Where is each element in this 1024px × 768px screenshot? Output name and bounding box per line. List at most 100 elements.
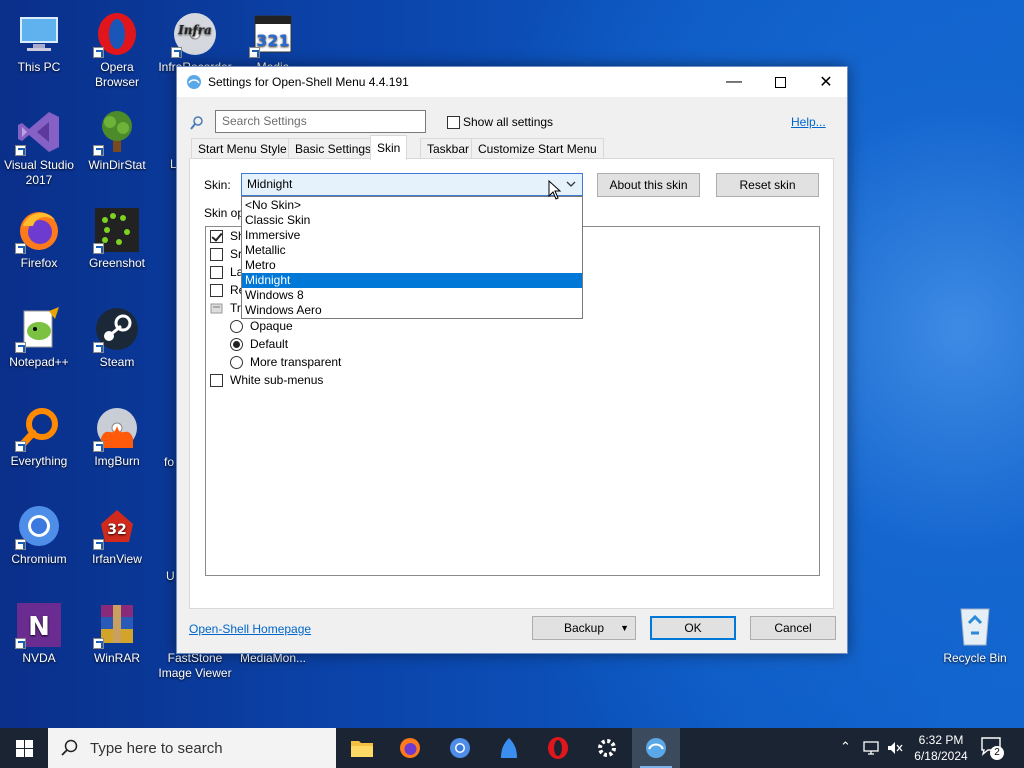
radio[interactable] [230, 319, 243, 333]
about-skin-button[interactable]: About this skin [597, 173, 700, 197]
radio-more-transparent[interactable]: More transparent [230, 355, 341, 369]
show-all-settings-checkbox[interactable]: Show all settings [447, 115, 553, 129]
mouse-cursor-icon [548, 180, 562, 200]
checkbox[interactable] [210, 247, 223, 261]
desktop-icon-steam[interactable]: Steam [78, 305, 156, 370]
desktop-icon-label: IrfanView [92, 552, 142, 566]
tab-start-menu-style[interactable]: Start Menu Style [191, 138, 294, 159]
skin-select[interactable]: Midnight [241, 173, 583, 196]
taskbar-settings[interactable] [583, 728, 631, 768]
dropdown-arrow-icon: ▼ [620, 623, 629, 633]
open-shell-icon [646, 738, 666, 758]
network-icon[interactable] [862, 740, 880, 756]
checkbox[interactable] [447, 115, 460, 129]
desktop-icon-label: WinDirStat [88, 158, 146, 172]
skin-option-selected[interactable]: Midnight [242, 273, 582, 288]
maximize-button[interactable] [757, 67, 803, 97]
search-input[interactable]: Search Settings [215, 110, 426, 133]
desktop-icon-label: Notepad++ [9, 355, 69, 369]
recycle-bin-icon [960, 608, 990, 646]
desktop-icon-label: Everything [10, 454, 68, 468]
desktop-icon-this-pc[interactable]: This PC [0, 10, 78, 75]
start-button[interactable] [0, 728, 48, 768]
checkbox[interactable] [210, 265, 223, 279]
radio-default[interactable]: Default [230, 337, 288, 351]
option-label: White sub-menus [230, 373, 324, 387]
maximize-icon [774, 76, 786, 88]
radio-opaque[interactable]: Opaque [230, 319, 293, 333]
skin-option[interactable]: <No Skin> [242, 198, 582, 213]
desktop-icon-recycle-bin[interactable]: Recycle Bin [936, 601, 1014, 666]
desktop-icon-visual-studio[interactable]: Visual Studio 2017 [0, 108, 78, 188]
help-link[interactable]: Help... [791, 115, 826, 129]
taskbar-open-shell-settings[interactable] [632, 728, 680, 768]
skin-option[interactable]: Windows Aero [242, 303, 582, 318]
folder-icon [351, 741, 373, 757]
skin-options-label: Skin op [204, 206, 245, 220]
skin-option[interactable]: Immersive [242, 228, 582, 243]
desktop-icon-firefox[interactable]: Firefox [0, 206, 78, 271]
desktop-icon-label: FastStone Image Viewer [158, 651, 232, 680]
skin-option-row[interactable]: Sr [210, 247, 242, 261]
desktop-icon-partial-label: fo [164, 455, 175, 469]
clock-date[interactable]: 6/18/2024 [910, 749, 972, 763]
taskbar-chromium[interactable] [436, 728, 484, 768]
desktop-icon-nvda[interactable]: N NVDA [0, 601, 78, 666]
desktop-icon-winrar[interactable]: WinRAR [78, 601, 156, 666]
settings-group-icon [210, 303, 223, 313]
desktop-icon-windirstat[interactable]: WinDirStat [78, 108, 156, 173]
desktop-icon-notepadpp[interactable]: Notepad++ [0, 305, 78, 370]
desktop-icon-opera[interactable]: Opera Browser [78, 10, 156, 90]
close-icon: ✕ [819, 74, 833, 91]
desktop-icon-greenshot[interactable]: Greenshot [78, 206, 156, 271]
skin-option-row[interactable]: Sh [210, 229, 245, 243]
volume-muted-icon[interactable] [886, 740, 904, 756]
homepage-link[interactable]: Open-Shell Homepage [189, 622, 311, 636]
ok-button[interactable]: OK [650, 616, 736, 640]
desktop-icon-label: ImgBurn [94, 454, 140, 468]
clock-time[interactable]: 6:32 PM [912, 733, 970, 747]
svg-text:N: N [28, 612, 50, 642]
taskbar-opera[interactable] [534, 728, 582, 768]
skin-option-row[interactable]: La [210, 265, 243, 279]
backup-label: Backup [563, 621, 605, 635]
checkbox[interactable] [210, 229, 223, 243]
skin-option[interactable]: Metallic [242, 243, 582, 258]
desktop-icon-chromium[interactable]: Chromium [0, 502, 78, 567]
show-all-settings-label: Show all settings [463, 115, 554, 129]
window-title: Settings for Open-Shell Menu 4.4.191 [208, 75, 409, 89]
skin-dropdown-list[interactable]: <No Skin> Classic Skin Immersive Metalli… [241, 196, 583, 319]
cancel-button[interactable]: Cancel [750, 616, 836, 640]
skin-option[interactable]: Metro [242, 258, 582, 273]
radio[interactable] [230, 355, 243, 369]
desktop-icon-everything[interactable]: Everything [0, 404, 78, 469]
taskbar-firefox[interactable] [386, 728, 434, 768]
desktop-icon-imgburn[interactable]: ImgBurn [78, 404, 156, 469]
reset-skin-button[interactable]: Reset skin [716, 173, 819, 197]
gear-icon [598, 739, 616, 757]
taskbar: Type here to search ⌃ 6:32 PM 6/18/2024 … [0, 728, 1024, 768]
minimize-button[interactable]: — [711, 67, 757, 97]
skin-option[interactable]: Classic Skin [242, 213, 582, 228]
radio-label: Opaque [250, 319, 293, 333]
tab-customize-start-menu[interactable]: Customize Start Menu [471, 138, 604, 159]
checkbox[interactable] [210, 283, 223, 297]
desktop-icon-label: Chromium [11, 552, 67, 566]
notification-count-badge: 2 [990, 746, 1004, 760]
action-center-button[interactable]: 2 [980, 736, 1006, 760]
taskbar-ie-app[interactable] [485, 728, 533, 768]
taskbar-search[interactable]: Type here to search [48, 728, 336, 768]
skin-option[interactable]: Windows 8 [242, 288, 582, 303]
white-submenus-option[interactable]: White sub-menus [210, 373, 323, 387]
tab-skin[interactable]: Skin [370, 135, 408, 160]
tab-taskbar[interactable]: Taskbar [420, 138, 477, 159]
radio[interactable] [230, 337, 243, 351]
backup-button[interactable]: Backup ▼ [532, 616, 636, 640]
desktop-icon-irfanview[interactable]: 32 IrfanView [78, 502, 156, 567]
checkbox[interactable] [210, 373, 223, 387]
tray-chevron-icon[interactable]: ⌃ [840, 739, 851, 755]
title-bar[interactable]: Settings for Open-Shell Menu 4.4.191 — ✕ [177, 67, 847, 97]
close-button[interactable]: ✕ [803, 67, 849, 97]
taskbar-file-explorer[interactable] [338, 728, 386, 768]
tab-basic-settings[interactable]: Basic Settings [288, 138, 379, 159]
